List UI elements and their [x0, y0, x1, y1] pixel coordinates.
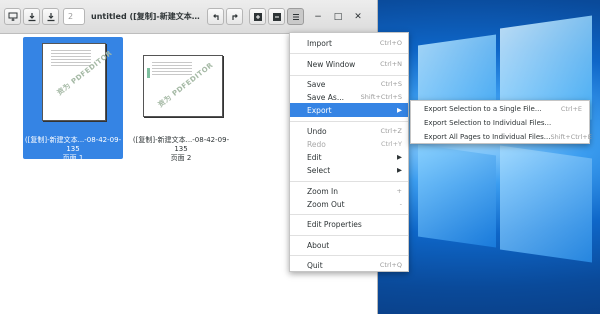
window-title: untitled ([复制]-新建文本文档 (2... [91, 12, 203, 21]
page-number-label: 页面 1 [62, 154, 84, 162]
zoom-in-icon [253, 12, 262, 21]
page-label: ([复制]-新建文本...-08-42-09-135 页面 2 [131, 136, 231, 163]
menu-item-new-window[interactable]: New Window Ctrl+N [290, 57, 408, 71]
rotate-right-button[interactable] [226, 8, 243, 25]
page-filename: ([复制]-新建文本...-08-42-09-135 [132, 136, 230, 153]
zoom-out-button[interactable] [268, 8, 285, 25]
zoom-out-icon [272, 12, 281, 21]
save-button[interactable] [23, 8, 40, 25]
header-bar: 2 untitled ([复制]-新建文本文档 (2... − □ ✕ [0, 0, 377, 34]
minimize-button[interactable]: − [310, 9, 326, 25]
export-icon [47, 12, 54, 21]
save-icon [28, 12, 35, 21]
menu-item-export[interactable]: Export ▶ [290, 103, 408, 117]
page-filename: ([复制]-新建文本...-08-42-09-135 [24, 136, 122, 153]
page-number-label: 页面 2 [170, 154, 192, 162]
insert-page-icon [8, 12, 17, 21]
export-button[interactable] [42, 8, 59, 25]
menu-item-edit[interactable]: Edit ▶ [290, 150, 408, 164]
menu-item-quit[interactable]: Quit Ctrl+Q [290, 258, 408, 272]
menu-item-import[interactable]: Import Ctrl+O [290, 36, 408, 50]
page-label: ([复制]-新建文本...-08-42-09-135 页面 1 [23, 136, 123, 163]
rotate-right-icon [231, 13, 238, 20]
main-menu-button[interactable] [287, 8, 304, 25]
menu-item-zoom-in[interactable]: Zoom In + [290, 184, 408, 198]
page-thumbnail-card[interactable]: 资为 PDFEDITOR ([复制]-新建文本...-08-42-09-135 … [131, 37, 231, 162]
menu-item-edit-properties[interactable]: Edit Properties [290, 217, 408, 231]
menu-item-zoom-out[interactable]: Zoom Out - [290, 197, 408, 211]
page-thumbnail: 资为 PDFEDITOR [42, 43, 114, 121]
page-number-input[interactable]: 2 [63, 8, 85, 25]
menu-separator [290, 235, 408, 236]
menu-item-about[interactable]: About [290, 238, 408, 252]
menu-separator [290, 121, 408, 122]
menu-item-save-as[interactable]: Save As... Shift+Ctrl+S [290, 90, 408, 104]
rotate-left-button[interactable] [207, 8, 224, 25]
page-thumbnail-card[interactable]: 资为 PDFEDITOR ([复制]-新建文本...-08-42-09-135 … [23, 37, 123, 162]
zoom-in-button[interactable] [249, 8, 266, 25]
windows-logo-pane [418, 144, 496, 248]
menu-separator [290, 181, 408, 182]
submenu-item-export-selection-single[interactable]: Export Selection to a Single File... Ctrl… [411, 102, 589, 116]
close-button[interactable]: ✕ [350, 9, 366, 25]
menu-item-redo: Redo Ctrl+Y [307, 139, 402, 149]
submenu-item-export-all-individual[interactable]: Export All Pages to Individual Files... S… [411, 130, 592, 144]
rotate-left-icon [212, 13, 219, 20]
insert-page-button[interactable] [4, 8, 21, 25]
submenu-item-export-selection-individual[interactable]: Export Selection to Individual Files... [411, 116, 589, 130]
menu-item-save[interactable]: Save Ctrl+S [290, 77, 408, 91]
menu-item-select[interactable]: Select ▶ [290, 163, 408, 177]
menu-item-undo[interactable]: Undo Ctrl+Z [290, 124, 408, 138]
maximize-button[interactable]: □ [330, 9, 346, 25]
menu-separator [290, 214, 408, 215]
main-menu: Import Ctrl+O New Window Ctrl+N Save Ctrl+S… [289, 32, 409, 272]
export-submenu: Export Selection to a Single File... Ctrl… [410, 100, 592, 144]
menu-separator [290, 75, 408, 76]
menu-separator [290, 255, 408, 256]
menu-separator [290, 53, 408, 54]
page-thumbnail: 资为 PDFEDITOR [143, 55, 223, 117]
windows-logo-pane [500, 145, 592, 263]
hamburger-menu-icon [292, 13, 299, 20]
